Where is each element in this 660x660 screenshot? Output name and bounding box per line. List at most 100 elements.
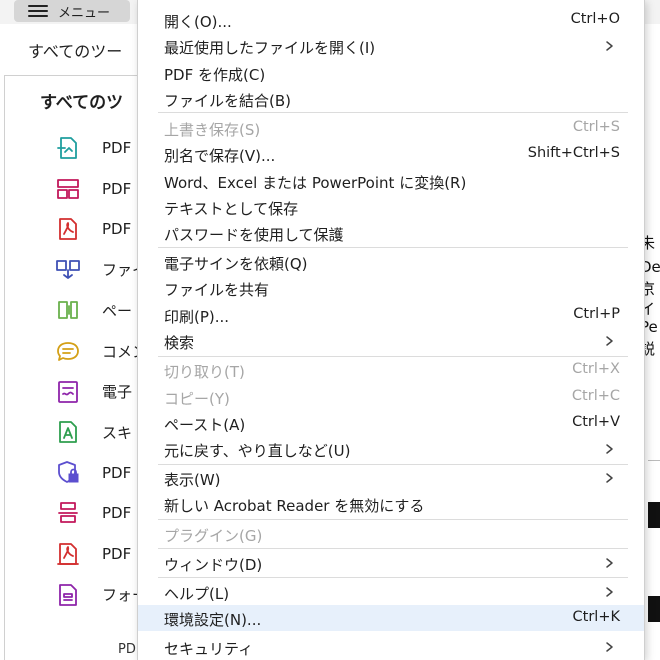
menu-item-label: 開く(O)... <box>164 13 232 31</box>
chevron-right-icon <box>604 330 616 352</box>
tab-divider <box>4 75 138 76</box>
chevron-right-icon <box>604 438 616 460</box>
menu-item-copy: コピー(Y) Ctrl+C <box>138 384 644 410</box>
menu-item-shortcut: Ctrl+X <box>572 361 620 377</box>
menu-item-label: 検索 <box>164 334 195 352</box>
menu-item-paste[interactable]: ペースト(A) Ctrl+V <box>138 410 644 436</box>
menu-item-save-as[interactable]: 別名で保存(V)... Shift+Ctrl+S <box>138 141 644 167</box>
comment-icon <box>57 342 79 361</box>
tool-item[interactable]: PDF <box>54 215 131 243</box>
menu-item-help[interactable]: ヘルプ(L) <box>138 579 644 605</box>
menu-item-label: 元に戻す、やり直しなど(U) <box>164 442 351 460</box>
combine-files-icon <box>56 259 80 279</box>
tool-item[interactable]: スキ <box>54 418 132 446</box>
menu-item-combine[interactable]: ファイルを結合(B) <box>138 86 644 112</box>
menu-item-label: セキュリティ <box>164 640 254 658</box>
menu-item-password[interactable]: パスワードを使用して保護 <box>138 220 644 246</box>
chevron-right-icon <box>604 35 616 57</box>
menu-item-view[interactable]: 表示(W) <box>138 465 644 491</box>
doc-divider <box>648 460 660 461</box>
tool-item-label: PDF <box>102 463 132 482</box>
menu-item-label: ウィンドウ(D) <box>164 556 263 574</box>
menu-item-label: 電子サインを依頼(Q) <box>164 255 308 273</box>
menu-separator <box>158 577 628 578</box>
tool-item[interactable]: PDF <box>54 134 131 162</box>
menu-item-label: ファイルを共有 <box>164 281 270 299</box>
tool-item-label: PDF <box>102 504 132 523</box>
menu-item-share[interactable]: ファイルを共有 <box>138 275 644 301</box>
tool-item-label: 電子 <box>102 383 133 402</box>
tool-item[interactable]: フォー <box>54 581 147 609</box>
menu-item-label: 表示(W) <box>164 471 221 489</box>
menu-item-shortcut: Ctrl+C <box>571 388 620 404</box>
menu-item-disable-new-reader[interactable]: 新しい Acrobat Reader を無効にする <box>138 491 644 517</box>
menu-item-preferences[interactable]: 環境設定(N)... Ctrl+K <box>138 605 644 631</box>
menu-item-recent[interactable]: 最近使用したファイルを開く(I) <box>138 33 644 59</box>
pdf-export-icon <box>57 137 77 159</box>
scan-ocr-icon <box>59 421 77 444</box>
menu-button-label: メニュー <box>58 5 111 21</box>
menu-item-label: Word、Excel または PowerPoint に変換(R) <box>164 174 467 192</box>
menu-item-shortcut: Ctrl+K <box>572 609 620 625</box>
menu-separator <box>158 112 628 113</box>
pdf-organize-icon <box>57 178 79 199</box>
menu-item-label: ヘルプ(L) <box>164 585 230 603</box>
tool-item[interactable]: コメン <box>54 337 147 365</box>
tool-item[interactable]: ペー <box>54 296 132 324</box>
hamburger-icon <box>28 5 48 17</box>
chevron-right-icon <box>604 636 616 658</box>
chevron-right-icon <box>604 552 616 574</box>
menu-item-label: 別名で保存(V)... <box>164 147 276 165</box>
tool-item[interactable]: PDF <box>54 459 131 487</box>
menu-item-request-sign[interactable]: 電子サインを依頼(Q) <box>138 249 644 275</box>
menu-item-print[interactable]: 印刷(P)... Ctrl+P <box>138 302 644 328</box>
menu-item-convert[interactable]: Word、Excel または PowerPoint に変換(R) <box>138 168 644 194</box>
tool-item-label: スキ <box>102 423 133 442</box>
menu-item-label: ファイルを結合(B) <box>164 92 291 110</box>
tool-item[interactable]: PDF <box>54 175 131 203</box>
chevron-right-icon <box>604 581 616 603</box>
panel-edge <box>4 75 5 660</box>
menu-item-label: ペースト(A) <box>164 416 246 434</box>
tool-item-label: PDF <box>102 139 132 157</box>
menu-item-save-text[interactable]: テキストとして保存 <box>138 194 644 220</box>
tab-all-tools[interactable]: すべてのツー <box>28 38 122 62</box>
doc-dark-bar <box>648 596 660 622</box>
menu-item-shortcut: Ctrl+O <box>570 11 620 27</box>
menu-item-label: プラグイン(G) <box>164 527 263 545</box>
menu-item-label: テキストとして保存 <box>164 200 299 218</box>
menu-item-search[interactable]: 検索 <box>138 328 644 354</box>
tool-item[interactable]: PDF <box>54 540 131 568</box>
tool-item[interactable]: PDF <box>54 499 131 527</box>
menu-item-label: 新しい Acrobat Reader を無効にする <box>164 497 425 515</box>
pdf-create-icon <box>59 218 77 241</box>
page-tools-icon <box>58 301 78 320</box>
fill-sign-icon <box>58 380 78 403</box>
tool-item-label: ペー <box>102 301 133 320</box>
menu-item-security[interactable]: セキュリティ <box>138 634 644 660</box>
tool-item[interactable]: 電子 <box>54 378 132 406</box>
tools-panel-heading: すべてのツ <box>40 93 124 113</box>
tool-item-label: PDF <box>102 179 132 198</box>
menu-separator <box>158 519 628 520</box>
menu-item-label: 上書き保存(S) <box>164 121 261 139</box>
tool-item-label: PDF <box>102 220 132 239</box>
menu-item-label: コピー(Y) <box>164 390 230 408</box>
redact-pdf-icon <box>58 502 78 524</box>
menu-item-label: パスワードを使用して保護 <box>164 226 344 244</box>
menu-item-undo-redo[interactable]: 元に戻す、やり直しなど(U) <box>138 436 644 462</box>
menu-button[interactable]: メニュー <box>14 0 130 22</box>
menu-item-window[interactable]: ウィンドウ(D) <box>138 550 644 576</box>
protect-pdf-icon <box>58 460 79 483</box>
menu-separator <box>158 247 628 248</box>
tool-item[interactable]: ファイ <box>54 256 147 284</box>
menu-item-shortcut: Ctrl+S <box>572 119 620 135</box>
form-icon <box>59 583 77 606</box>
menu-item-plugins: プラグイン(G) <box>138 521 644 547</box>
menu-item-create-pdf[interactable]: PDF を作成(C) <box>138 60 644 86</box>
stamp-pdf-icon <box>57 543 79 565</box>
menu-item-label: 印刷(P)... <box>164 308 230 326</box>
menu-item-label: 最近使用したファイルを開く(I) <box>164 39 376 57</box>
menu-item-open[interactable]: 開く(O)... Ctrl+O <box>138 7 644 33</box>
menu-item-shortcut: Shift+Ctrl+S <box>527 145 620 161</box>
